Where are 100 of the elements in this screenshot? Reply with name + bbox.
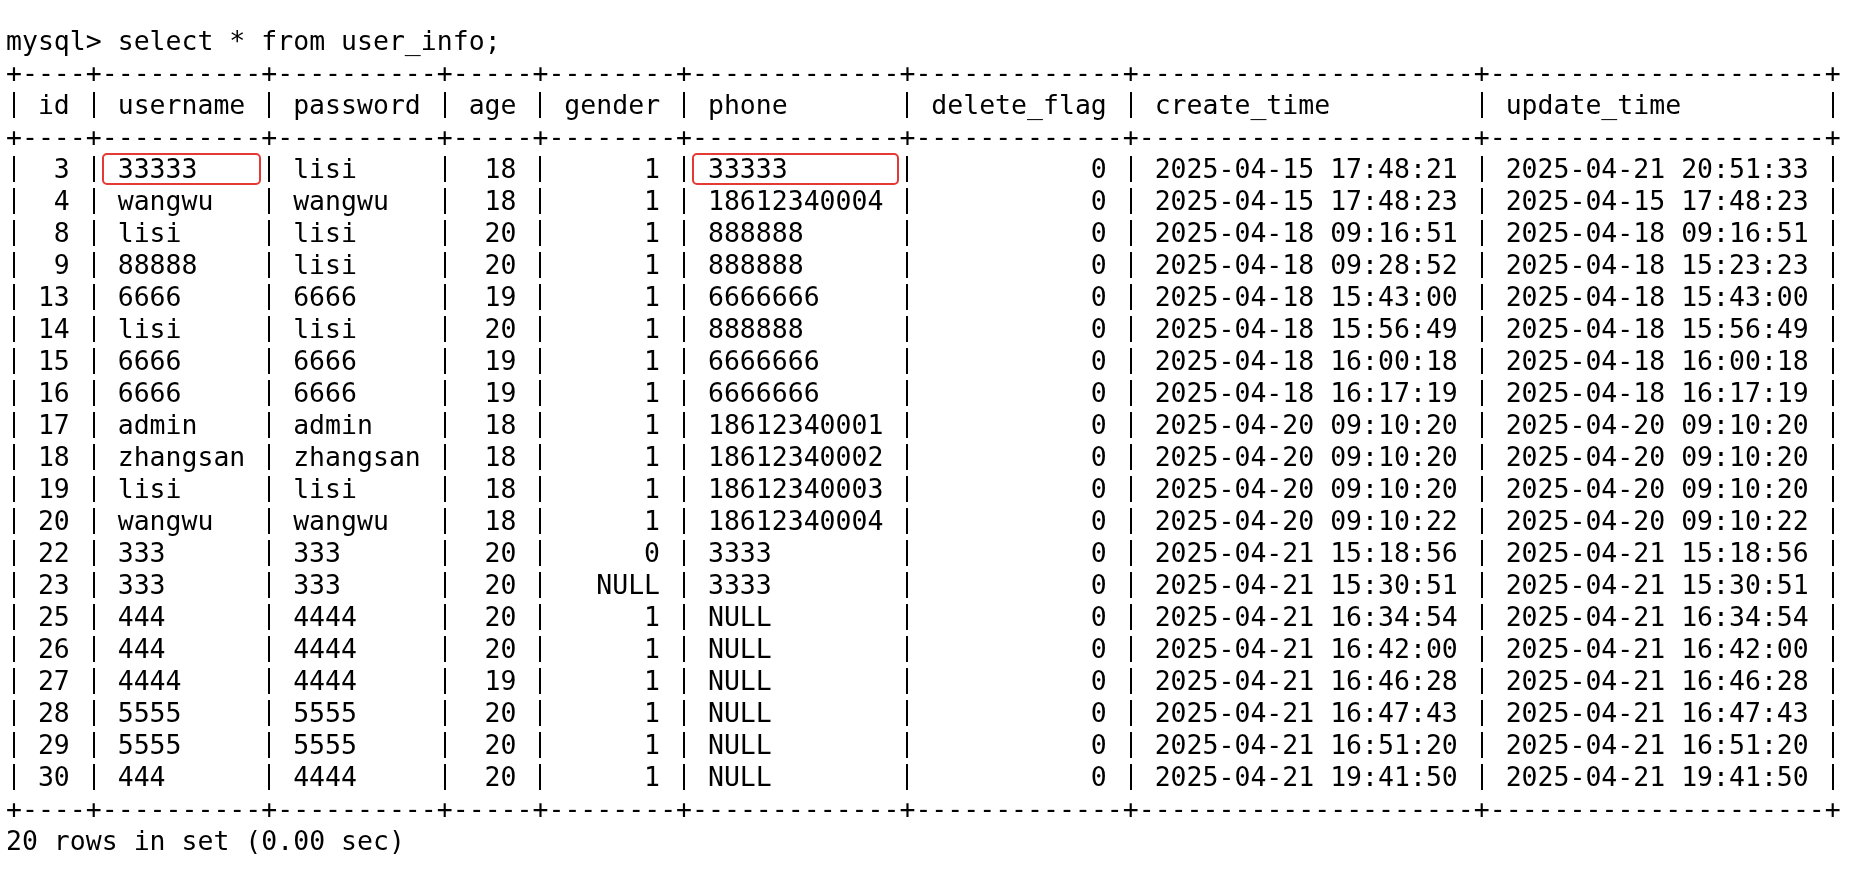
column-header: username (116, 89, 247, 121)
table-cell-text: 20 (483, 761, 518, 793)
table-cell-text: 2025-04-21 16:34:54 (1153, 601, 1459, 633)
table-cell-text: 18 (483, 409, 518, 441)
table-cell-text: 18 (483, 185, 518, 217)
table-cell-text: 0 (1089, 377, 1108, 409)
table-cell-text: 27 (36, 665, 71, 697)
table-cell-text: wangwu (116, 505, 215, 537)
table-cell-text: 2025-04-21 16:34:54 (1504, 601, 1810, 633)
table-cell-text: 0 (1089, 761, 1108, 793)
table-cell-text: 20 (483, 569, 518, 601)
table-cell-text: 19 (483, 377, 518, 409)
table-cell-text: 9 (52, 249, 71, 281)
table-cell-text: 2025-04-18 09:28:52 (1153, 249, 1459, 281)
table-cell-text: NULL (706, 665, 773, 697)
table-cell-text: 2025-04-21 16:47:43 (1504, 697, 1810, 729)
table-cell: 33333 (692, 153, 900, 185)
table-cell-text: 5555 (116, 697, 183, 729)
table-cell: 33333 (101, 153, 262, 185)
table-cell-text: 1 (643, 441, 662, 473)
column-header: gender (563, 89, 662, 121)
table-cell-text: 1 (643, 505, 662, 537)
table-cell-text: lisi (292, 217, 358, 249)
table-cell-text: 0 (1089, 249, 1108, 281)
table-cell-text: 0 (1089, 281, 1108, 313)
table-cell-text: 0 (1089, 185, 1108, 217)
table-cell-text: 18 (483, 473, 518, 505)
table-cell-text: 18612340004 (706, 505, 885, 537)
table-cell-text: 333 (116, 537, 167, 569)
table-cell-text: 0 (1089, 665, 1108, 697)
table-cell-text: 6666 (116, 345, 183, 377)
table-cell-text: wangwu (116, 185, 215, 217)
table-cell-text: 0 (1089, 633, 1108, 665)
table-cell-text: 20 (483, 217, 518, 249)
table-cell-text: 6666666 (706, 281, 821, 313)
column-header: password (292, 89, 422, 121)
table-cell-text: 4 (52, 185, 71, 217)
table-cell-text: 0 (1089, 729, 1108, 761)
table-cell-text: 1 (643, 633, 662, 665)
table-cell-text: 2025-04-18 15:56:49 (1504, 313, 1810, 345)
column-header: phone (706, 89, 789, 121)
column-header: id (36, 89, 71, 121)
table-cell-text: 1 (643, 697, 662, 729)
table-cell-text: 23 (36, 569, 71, 601)
table-cell-text: 2025-04-21 16:42:00 (1504, 633, 1810, 665)
table-cell-text: 18 (483, 441, 518, 473)
table-cell-text: 0 (643, 537, 662, 569)
table-cell-text: 29 (36, 729, 71, 761)
table-cell-text: 2025-04-21 15:30:51 (1504, 569, 1810, 601)
table-cell-text: 333 (116, 569, 167, 601)
table-cell-text: 17 (36, 409, 71, 441)
table-cell-text: 25 (36, 601, 71, 633)
table-cell-text: 2025-04-20 09:10:20 (1504, 473, 1810, 505)
column-header: update_time (1504, 89, 1683, 121)
table-cell-text: 444 (116, 633, 167, 665)
table-cell-text: 4444 (292, 665, 358, 697)
table-cell-text: 2025-04-21 20:51:33 (1504, 153, 1810, 185)
table-cell-text: 19 (483, 345, 518, 377)
table-cell-text: 444 (116, 761, 167, 793)
table-cell-text: 888888 (706, 313, 805, 345)
table-cell-text: 6666666 (706, 345, 821, 377)
table-cell-text: 1 (643, 665, 662, 697)
table-cell-text: 0 (1089, 697, 1108, 729)
table-cell-text: 1 (643, 377, 662, 409)
table-cell-text: 1 (643, 761, 662, 793)
table-cell-text: lisi (292, 153, 358, 185)
table-cell-text: 2025-04-21 16:47:43 (1153, 697, 1459, 729)
table-cell-text: 30 (36, 761, 71, 793)
table-cell-text: 444 (116, 601, 167, 633)
table-cell-text: 5555 (116, 729, 183, 761)
result-summary: 20 rows in set (0.00 sec) (6, 825, 405, 857)
table-cell-text: 4444 (292, 601, 358, 633)
table-cell-text: lisi (292, 249, 358, 281)
table-cell-text: 1 (643, 185, 662, 217)
table-cell-text: 2025-04-15 17:48:23 (1504, 185, 1810, 217)
table-cell-text: 22 (36, 537, 71, 569)
table-border: +----+----------+----------+-----+--------+-------------+-------------+---------------------+---------------------+ (6, 57, 1841, 89)
table-cell-text: 2025-04-20 09:10:20 (1504, 441, 1810, 473)
table-cell-text: 2025-04-21 15:18:56 (1153, 537, 1459, 569)
table-cell-text: 0 (1089, 601, 1108, 633)
table-cell-text: 1 (643, 313, 662, 345)
table-cell-text: 0 (1089, 217, 1108, 249)
table-cell-text: 20 (483, 633, 518, 665)
table-cell-text: 13 (36, 281, 71, 313)
table-cell-text: 26 (36, 633, 71, 665)
table-cell-text: 20 (483, 601, 518, 633)
table-cell-text: wangwu (292, 505, 390, 537)
table-cell-text: 6666666 (706, 377, 821, 409)
table-cell-text: 18612340001 (706, 409, 885, 441)
table-cell-text: NULL (706, 729, 773, 761)
table-cell-text: 4444 (116, 665, 183, 697)
table-cell-text: 2025-04-20 09:10:22 (1504, 505, 1810, 537)
table-cell-text: 16 (36, 377, 71, 409)
table-cell-text: 1 (643, 249, 662, 281)
table-cell-text: NULL (706, 601, 773, 633)
table-cell-text: 20 (483, 249, 518, 281)
table-cell-text: 1 (643, 473, 662, 505)
table-cell-text: admin (292, 409, 374, 441)
table-cell-text: 6666 (116, 281, 183, 313)
table-cell-text: 2025-04-15 17:48:21 (1153, 153, 1459, 185)
